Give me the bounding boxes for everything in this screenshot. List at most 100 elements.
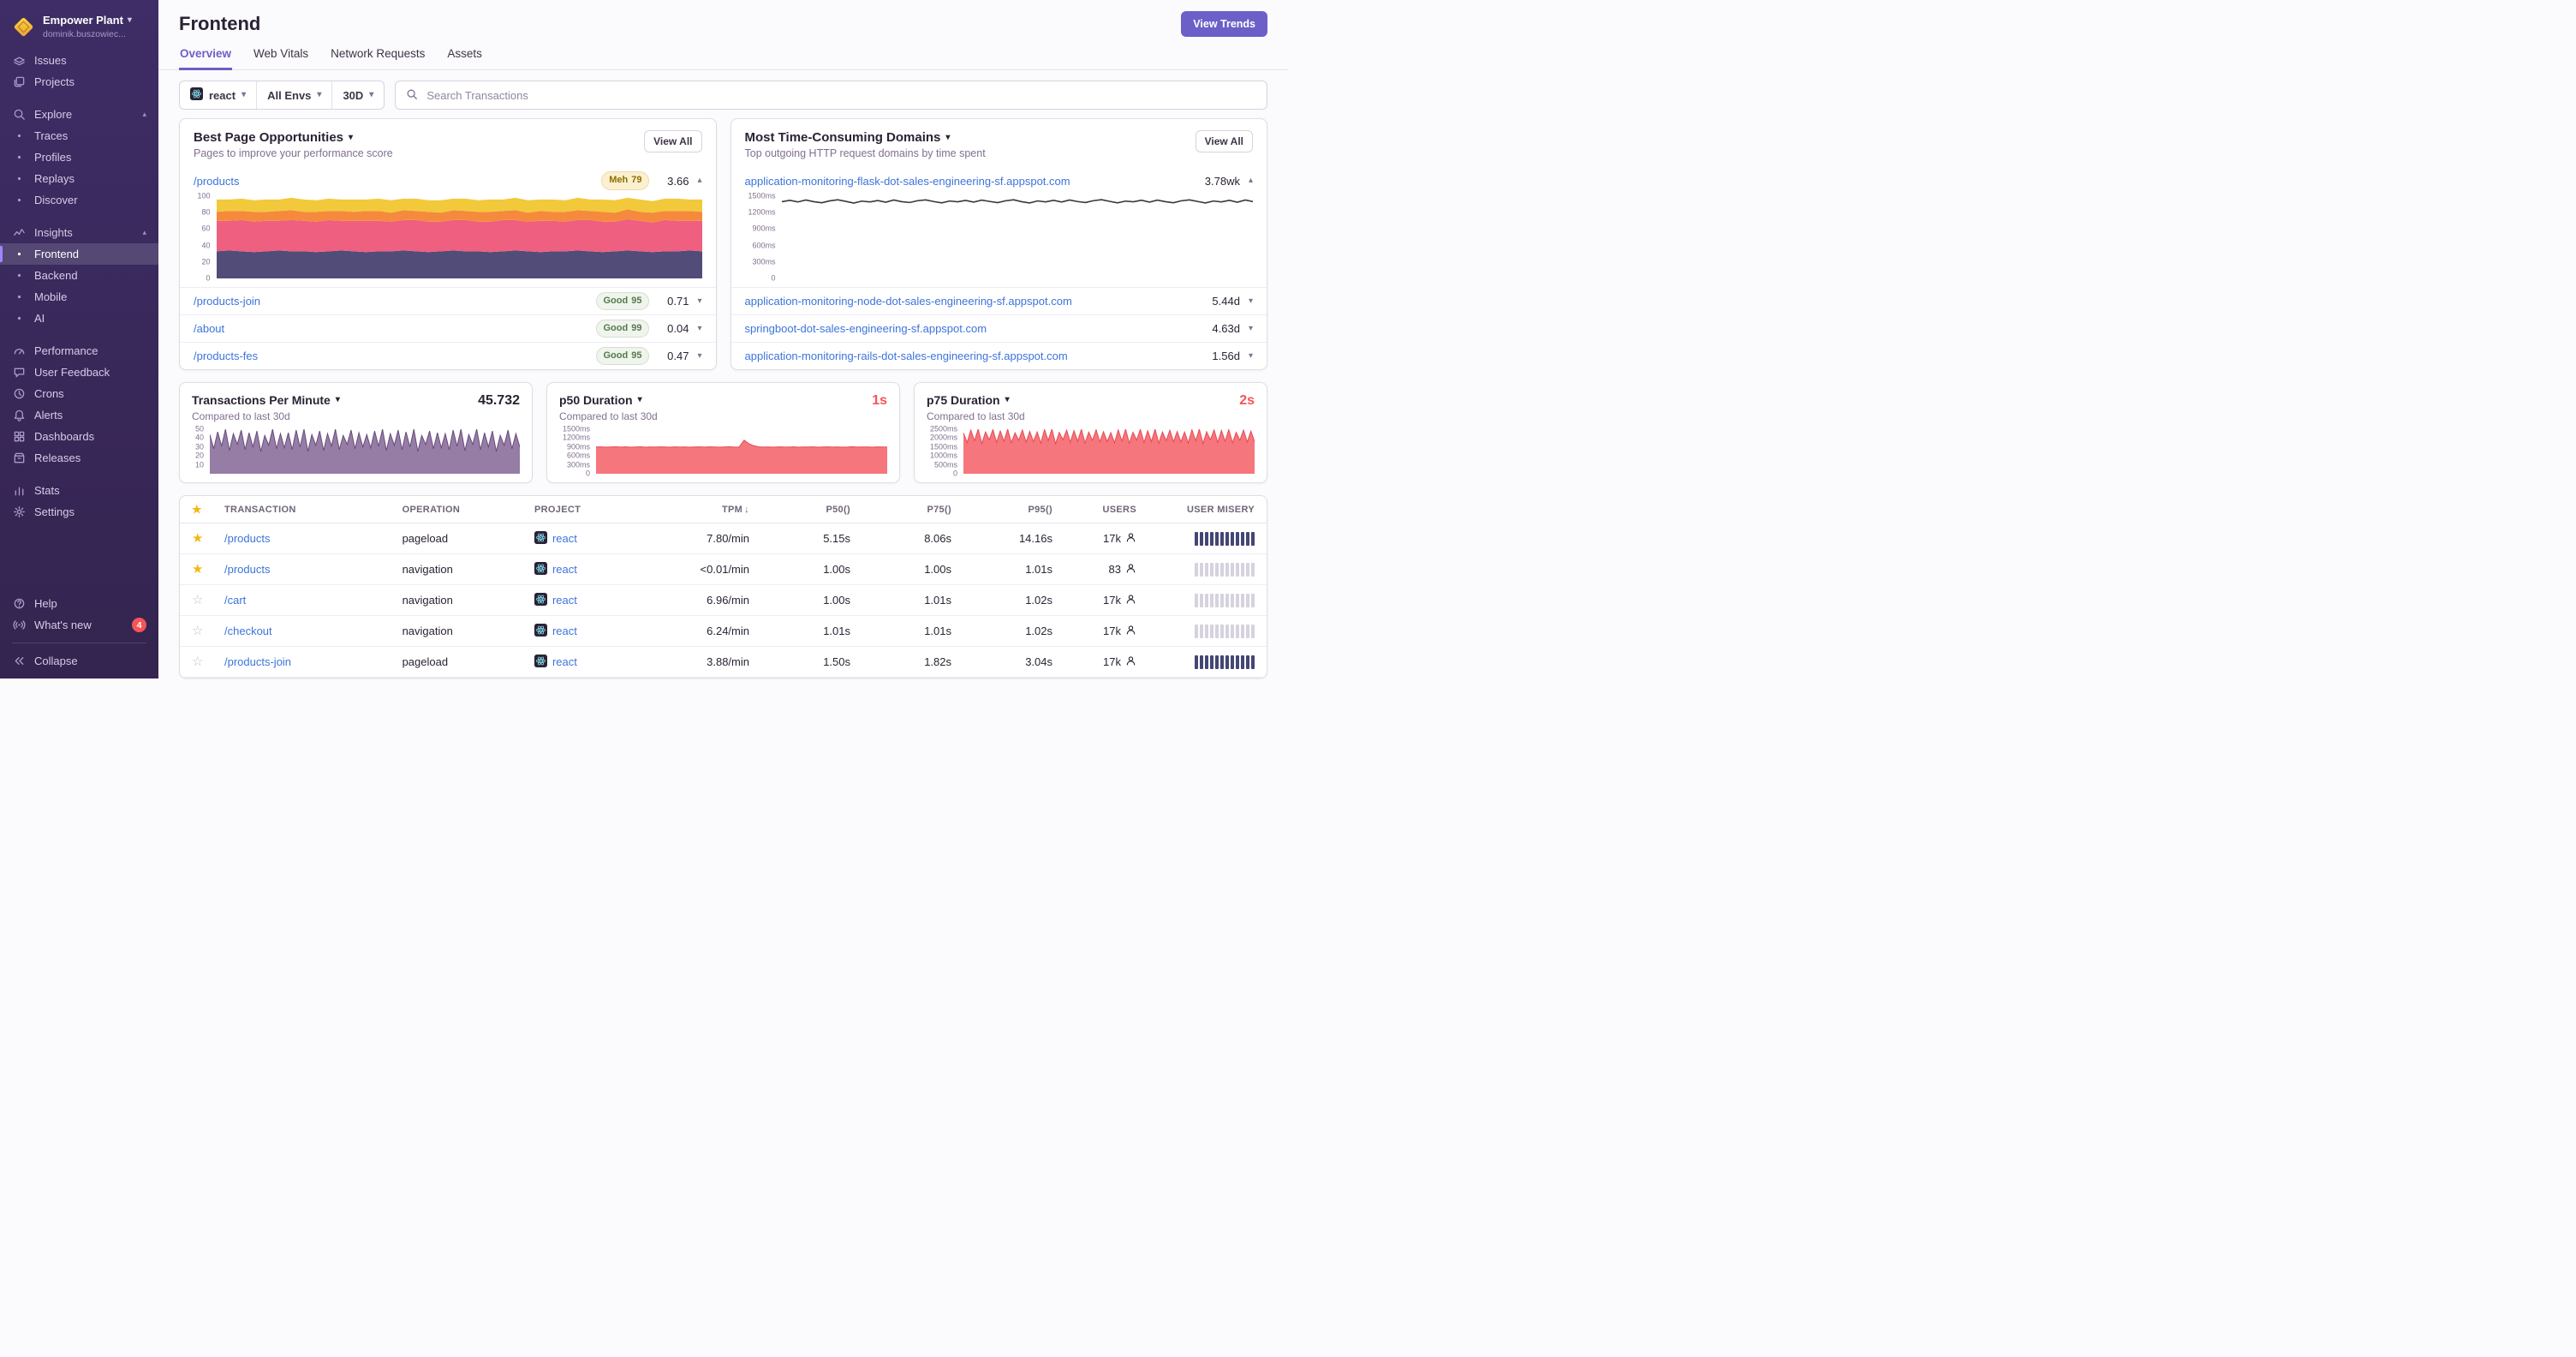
project-link[interactable]: react [552, 594, 577, 607]
y-tick-label: 0 [206, 273, 211, 283]
sidebar-item-profiles[interactable]: Profiles [0, 146, 158, 168]
metric-title[interactable]: p75 Duration ▾ [927, 393, 1010, 407]
sidebar-item-issues[interactable]: Issues [0, 50, 158, 71]
misery-bar [1236, 562, 1239, 577]
transaction-link[interactable]: /products [194, 175, 239, 188]
chevron-down-icon[interactable]: ▾ [697, 324, 701, 333]
org-switcher[interactable]: Empower Plant ▾ dominik.buszowiec... [0, 9, 158, 48]
sidebar-item-frontend[interactable]: Frontend [0, 243, 158, 265]
sidebar-item-help[interactable]: Help [0, 593, 158, 614]
chevron-up-icon[interactable]: ▴ [1249, 176, 1253, 185]
sidebar-item-mobile[interactable]: Mobile [0, 286, 158, 308]
transaction-link[interactable]: /cart [224, 594, 246, 607]
view-all-domains-button[interactable]: View All [1195, 130, 1253, 152]
sidebar-section: Stats Settings [0, 480, 158, 523]
broadcast-icon [12, 619, 26, 631]
tab-web-vitals[interactable]: Web Vitals [253, 41, 309, 70]
column-header-misery[interactable]: USER MISERY [1143, 505, 1255, 515]
opportunity-row: /about Good 99 0.04 ▾ [180, 314, 716, 342]
metric-title[interactable]: Transactions Per Minute ▾ [192, 393, 340, 407]
p50-cell: 5.15s [823, 532, 850, 545]
search-input[interactable] [425, 87, 1256, 103]
sidebar-item-traces[interactable]: Traces [0, 125, 158, 146]
transaction-link[interactable]: /about [194, 322, 224, 335]
star-toggle[interactable]: ★ [192, 563, 203, 576]
sidebar-item-settings[interactable]: Settings [0, 501, 158, 523]
project-filter[interactable]: react ▾ [180, 81, 258, 109]
search-transactions[interactable] [395, 81, 1267, 110]
sidebar-item-performance[interactable]: Performance [0, 340, 158, 362]
column-header-users[interactable]: USERS [1059, 505, 1136, 515]
sidebar-item-user-feedback[interactable]: User Feedback [0, 362, 158, 383]
sidebar-item-alerts[interactable]: Alerts [0, 404, 158, 426]
sidebar-item-explore[interactable]: Explore ▴ [0, 104, 158, 125]
column-header-star: ★ [192, 504, 218, 516]
sidebar-item-ai[interactable]: AI [0, 308, 158, 329]
star-toggle[interactable]: ☆ [192, 625, 203, 637]
sidebar-item-insights[interactable]: Insights ▴ [0, 222, 158, 243]
p75-cell: 1.82s [924, 655, 951, 668]
column-header-p95[interactable]: P95() [958, 505, 1052, 515]
transaction-link[interactable]: /products-join [224, 655, 291, 668]
star-toggle[interactable]: ☆ [192, 594, 203, 607]
environment-filter[interactable]: All Envs ▾ [257, 81, 333, 109]
project-link[interactable]: react [552, 655, 577, 668]
column-header-p50[interactable]: P50() [756, 505, 850, 515]
misery-bar [1200, 624, 1203, 638]
domain-row: application-monitoring-node-dot-sales-en… [730, 287, 1267, 314]
chevron-up-icon[interactable]: ▴ [697, 176, 701, 185]
project-link[interactable]: react [552, 532, 577, 545]
star-toggle[interactable]: ☆ [192, 655, 203, 668]
metric-title[interactable]: p50 Duration ▾ [559, 393, 642, 407]
sidebar-item-what-s-new[interactable]: What's new 4 [0, 614, 158, 636]
misery-bar [1251, 593, 1255, 607]
chevron-down-icon[interactable]: ▾ [1249, 296, 1253, 306]
transaction-link[interactable]: /products [224, 563, 270, 576]
transaction-link[interactable]: /products-fes [194, 350, 258, 362]
column-header-tpm[interactable]: TPM ↓ [655, 505, 749, 515]
sidebar-item-backend[interactable]: Backend [0, 265, 158, 286]
chevron-down-icon[interactable]: ▾ [697, 296, 701, 306]
transaction-link[interactable]: /checkout [224, 625, 272, 637]
chevron-down-icon[interactable]: ▾ [1249, 351, 1253, 361]
chevron-down-icon[interactable]: ▾ [1249, 324, 1253, 333]
transaction-link[interactable]: /products [224, 532, 270, 545]
misery-bar [1246, 655, 1249, 669]
date-range-filter[interactable]: 30D ▾ [332, 81, 384, 109]
transaction-link[interactable]: /products-join [194, 295, 260, 308]
column-header-operation[interactable]: OPERATION [402, 505, 528, 515]
sidebar-item-replays[interactable]: Replays [0, 168, 158, 189]
sidebar-item-collapse[interactable]: Collapse [0, 650, 158, 672]
column-header-p75[interactable]: P75() [857, 505, 951, 515]
project-link[interactable]: react [552, 625, 577, 637]
view-all-opportunities-button[interactable]: View All [644, 130, 702, 152]
sidebar-item-stats[interactable]: Stats [0, 480, 158, 501]
sidebar-item-releases[interactable]: Releases [0, 447, 158, 469]
tab-network-requests[interactable]: Network Requests [330, 41, 426, 70]
project-link[interactable]: react [552, 563, 577, 576]
project-cell: react [534, 623, 648, 639]
column-header-transaction[interactable]: TRANSACTION [224, 505, 396, 515]
metric-value: 2s [1239, 393, 1255, 408]
sidebar-item-projects[interactable]: Projects [0, 71, 158, 93]
chevron-up-icon: ▴ [142, 110, 146, 118]
chevron-down-icon[interactable]: ▾ [697, 351, 701, 361]
tab-overview[interactable]: Overview [179, 41, 233, 70]
domain-link[interactable]: application-monitoring-node-dot-sales-en… [745, 295, 1072, 308]
domain-link[interactable]: application-monitoring-flask-dot-sales-e… [745, 175, 1070, 188]
star-toggle[interactable]: ★ [192, 532, 203, 545]
sidebar: Empower Plant ▾ dominik.buszowiec... Issu… [0, 0, 158, 678]
domains-title[interactable]: Most Time-Consuming Domains ▾ [745, 130, 986, 145]
misery-bar [1251, 531, 1255, 546]
domain-link[interactable]: springboot-dot-sales-engineering-sf.apps… [745, 322, 987, 335]
p75-cell: 8.06s [924, 532, 951, 545]
tab-assets[interactable]: Assets [446, 41, 483, 70]
column-header-project[interactable]: PROJECT [534, 505, 648, 515]
sidebar-item-discover[interactable]: Discover [0, 189, 158, 211]
project-cell: react [534, 530, 648, 547]
domain-link[interactable]: application-monitoring-rails-dot-sales-e… [745, 350, 1068, 362]
opportunities-title[interactable]: Best Page Opportunities ▾ [194, 130, 393, 145]
sidebar-item-crons[interactable]: Crons [0, 383, 158, 404]
view-trends-button[interactable]: View Trends [1181, 11, 1267, 37]
sidebar-item-dashboards[interactable]: Dashboards [0, 426, 158, 447]
